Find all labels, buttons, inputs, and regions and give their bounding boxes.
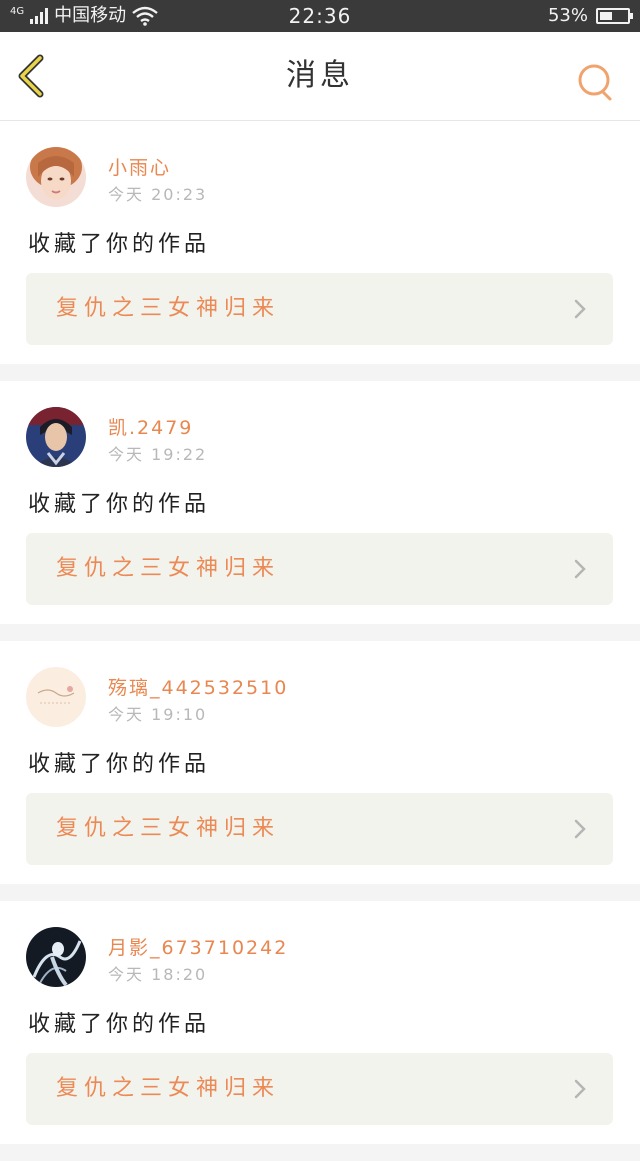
- username[interactable]: 凯.2479: [108, 413, 193, 440]
- avatar[interactable]: [26, 147, 86, 207]
- nav-bar: 消息: [0, 32, 640, 121]
- search-icon: [578, 64, 612, 101]
- work-title: 复仇之三女神归来: [56, 816, 281, 841]
- chevron-right-icon: [574, 1079, 586, 1099]
- work-link[interactable]: 复仇之三女神归来: [26, 533, 613, 605]
- work-link[interactable]: 复仇之三女神归来: [26, 1053, 613, 1125]
- username[interactable]: 月影_673710242: [108, 933, 288, 960]
- chevron-right-icon: [574, 559, 586, 579]
- work-title: 复仇之三女神归来: [56, 1076, 281, 1101]
- message-card: 月影_673710242 今天 18:20 收藏了你的作品 复仇之三女神归来: [0, 901, 640, 1144]
- chevron-right-icon: [574, 299, 586, 319]
- work-link[interactable]: 复仇之三女神归来: [26, 273, 613, 345]
- message-list: 小雨心 今天 20:23 收藏了你的作品 复仇之三女神归来 凯.2479 今天 …: [0, 121, 640, 1161]
- status-right: 53%: [547, 0, 633, 32]
- username[interactable]: 小雨心: [108, 153, 171, 180]
- action-text: 收藏了你的作品: [28, 232, 211, 257]
- timestamp: 今天 20:23: [108, 185, 208, 204]
- work-title: 复仇之三女神归来: [56, 556, 281, 581]
- timestamp: 今天 19:22: [108, 445, 208, 464]
- avatar[interactable]: [26, 407, 86, 467]
- timestamp: 今天 18:20: [108, 965, 208, 984]
- action-text: 收藏了你的作品: [28, 1012, 211, 1037]
- message-card: 小雨心 今天 20:23 收藏了你的作品 复仇之三女神归来: [0, 121, 640, 364]
- avatar[interactable]: [26, 667, 86, 727]
- chevron-right-icon: [574, 819, 586, 839]
- page-title: 消息: [286, 58, 354, 93]
- work-link[interactable]: 复仇之三女神归来: [26, 793, 613, 865]
- message-card: 凯.2479 今天 19:22 收藏了你的作品 复仇之三女神归来: [0, 381, 640, 624]
- message-card: 殇璃_442532510 今天 19:10 收藏了你的作品 复仇之三女神归来: [0, 641, 640, 884]
- battery-percent: 53%: [547, 5, 588, 26]
- avatar[interactable]: [26, 927, 86, 987]
- status-time: 22:36: [288, 4, 352, 28]
- username[interactable]: 殇璃_442532510: [108, 673, 288, 700]
- work-title: 复仇之三女神归来: [56, 296, 281, 321]
- action-text: 收藏了你的作品: [28, 752, 211, 777]
- timestamp: 今天 19:10: [108, 705, 208, 724]
- action-text: 收藏了你的作品: [28, 492, 211, 517]
- search-button[interactable]: [576, 62, 616, 102]
- status-bar: 4G 中国移动 22:36 53%: [0, 0, 640, 32]
- battery-icon: [596, 8, 633, 24]
